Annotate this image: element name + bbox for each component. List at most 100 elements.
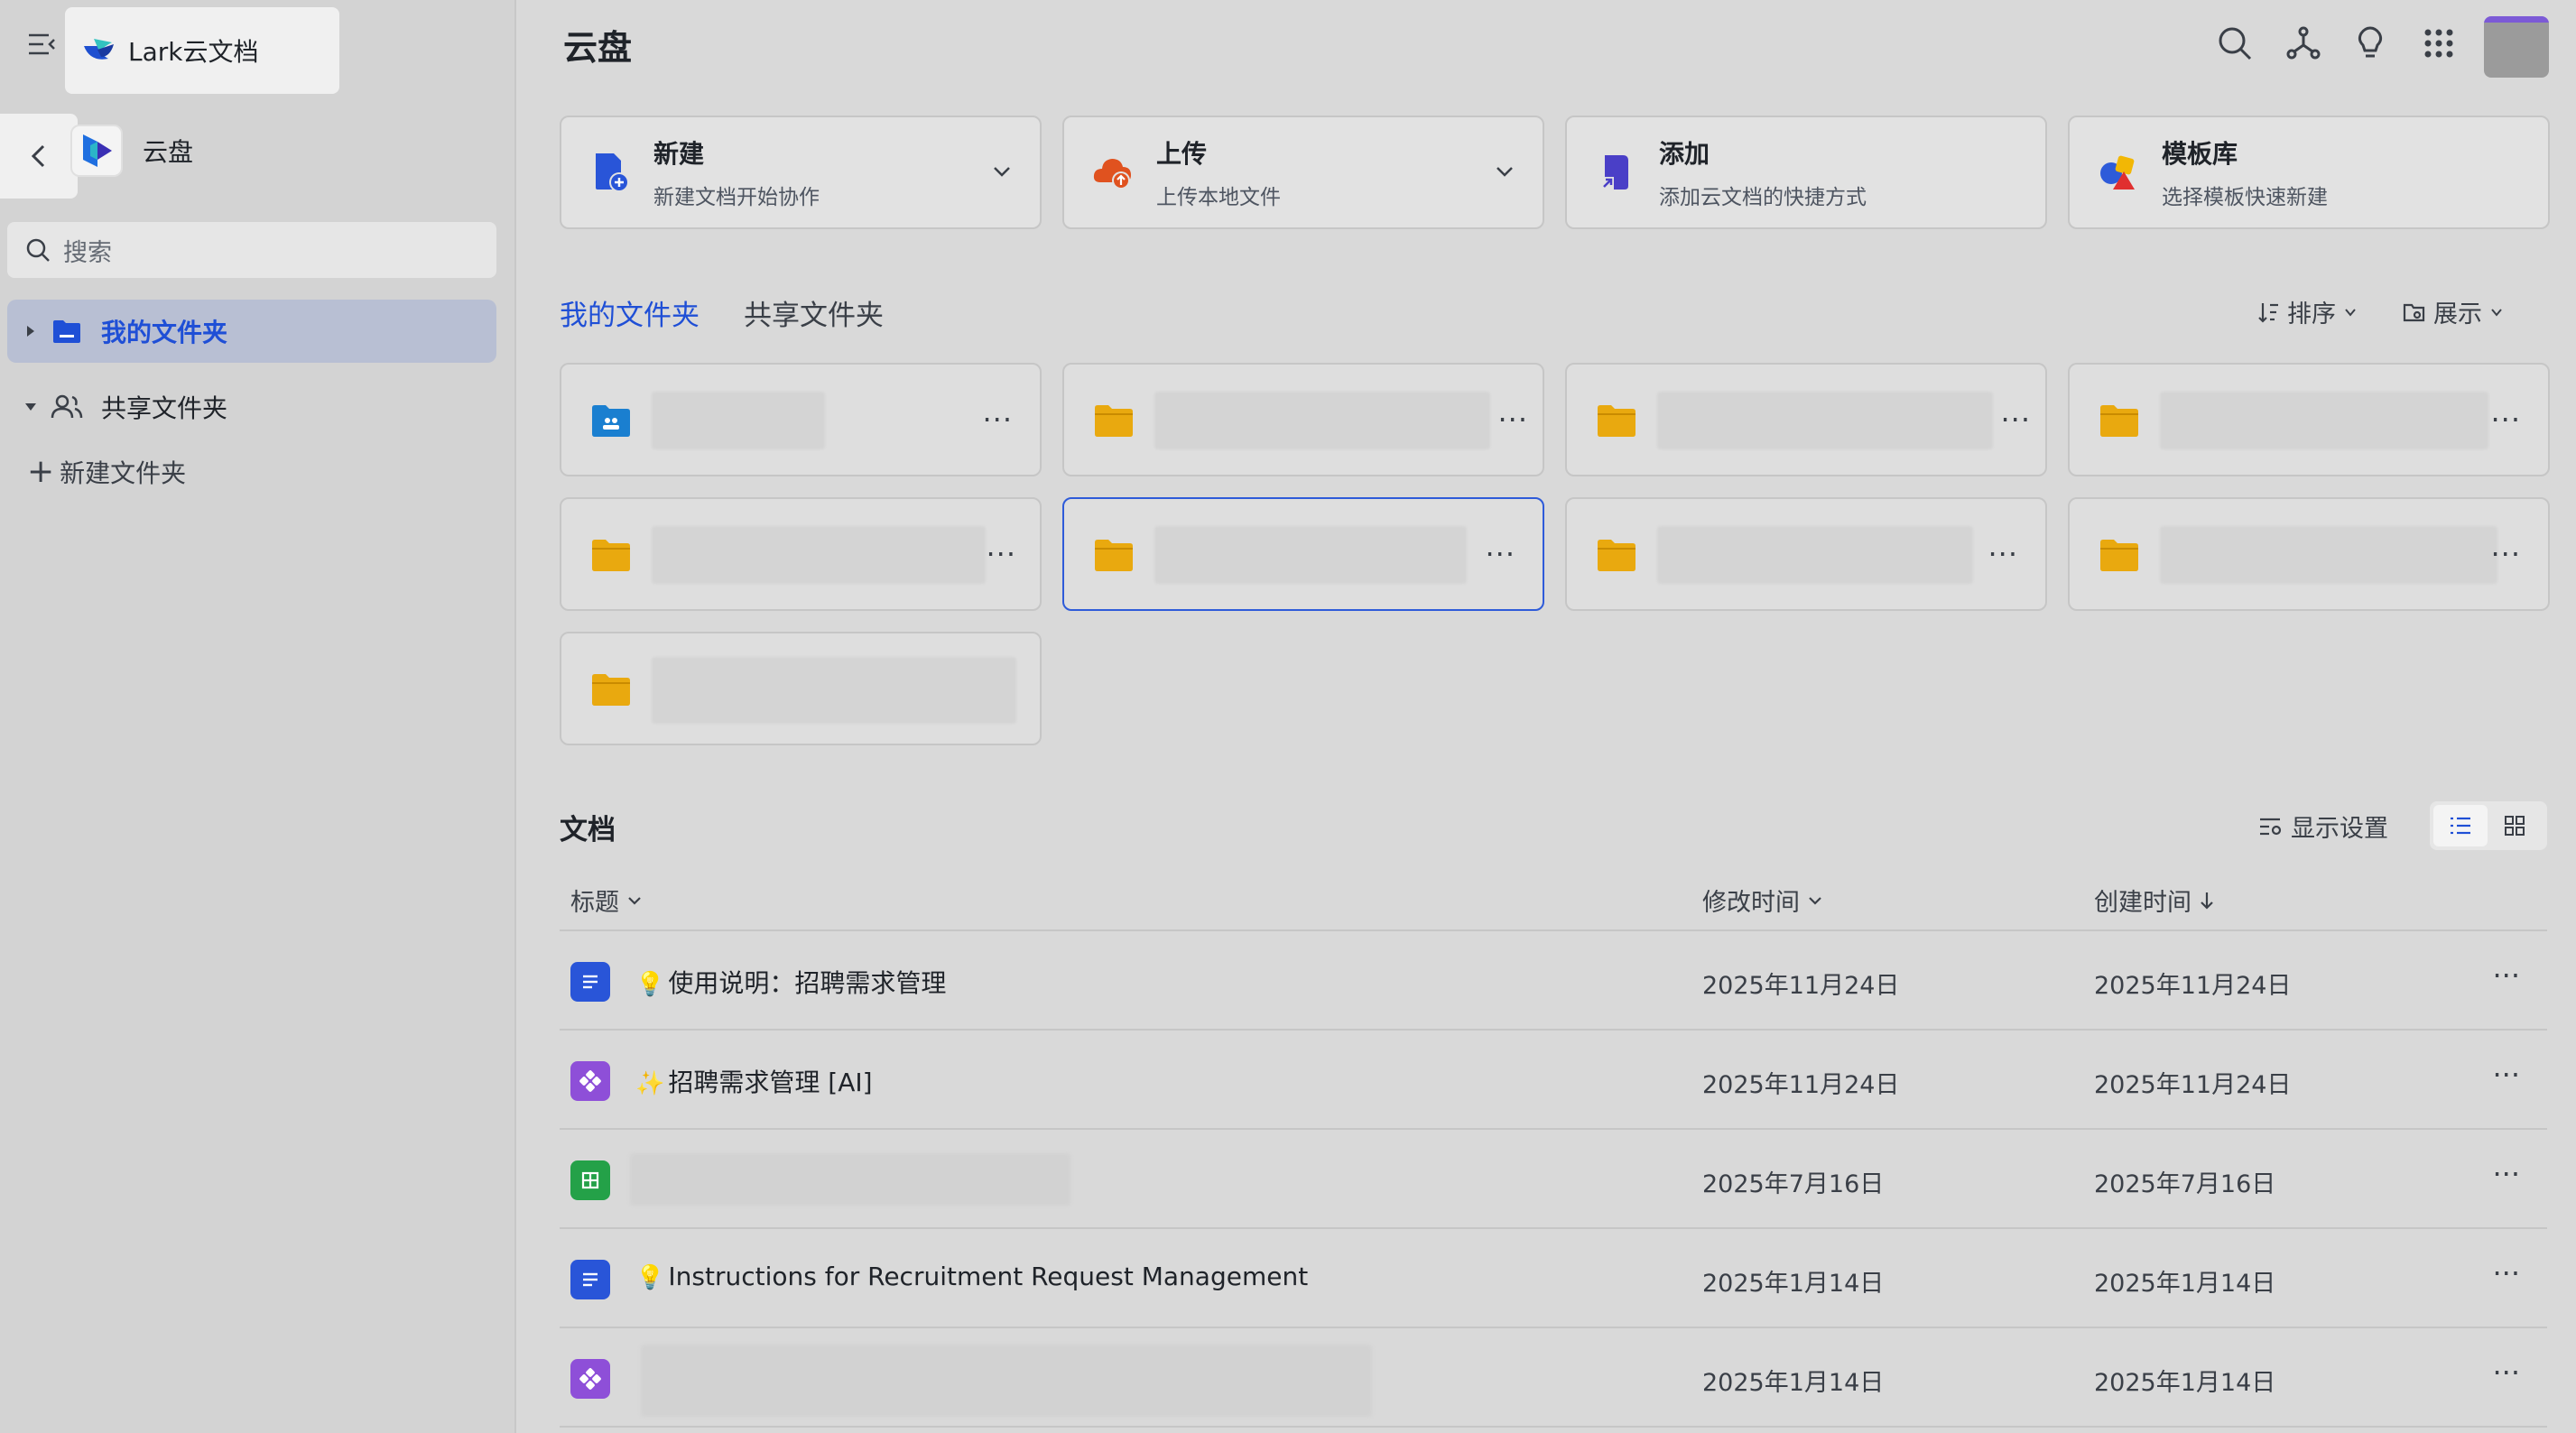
more-icon[interactable]: ··· <box>1497 402 1528 437</box>
search-icon[interactable] <box>2215 23 2255 63</box>
column-modified-header[interactable]: 修改时间 <box>1702 883 1823 918</box>
more-icon[interactable]: ··· <box>986 537 1016 571</box>
folder-icon <box>2100 405 2138 437</box>
column-created-label: 创建时间 <box>2094 889 2191 917</box>
upload-cloud-icon <box>1093 159 1131 190</box>
more-icon[interactable]: ··· <box>1988 537 2018 571</box>
folder-card[interactable]: ··· <box>560 497 1042 611</box>
add-shortcut-card[interactable]: 添加 添加云文档的快捷方式 <box>1565 116 2047 229</box>
sidebar-search-input[interactable]: 搜索 <box>7 222 496 278</box>
shared-folder-icon <box>592 405 630 437</box>
list-view-icon[interactable] <box>2433 805 2488 846</box>
folder-card[interactable] <box>560 632 1042 745</box>
sidebar-item-label: 共享文件夹 <box>101 393 228 423</box>
chevron-left-icon <box>31 144 45 168</box>
tab-my-folders[interactable]: 我的文件夹 <box>560 292 700 333</box>
table-row[interactable]: 💡 使用说明：招聘需求管理 2025年11月24日 2025年11月24日 ··· <box>560 931 2547 1031</box>
more-icon[interactable]: ··· <box>2492 958 2520 993</box>
grid-view-icon[interactable] <box>2488 805 2542 846</box>
doc-name-redacted <box>630 1153 1070 1206</box>
chevron-down-icon <box>1809 896 1821 905</box>
more-icon[interactable]: ··· <box>2492 1157 2520 1191</box>
folder-card[interactable]: ··· <box>1565 363 2047 476</box>
sidebar: Lark云文档 云盘 搜索 我的文件夹 共享文件夹 + 新建文件夹 <box>0 0 516 1433</box>
folder-icon <box>592 674 630 706</box>
upload-card[interactable]: 上传 上传本地文件 <box>1062 116 1544 229</box>
folder-name-redacted <box>1154 526 1467 584</box>
table-row[interactable]: 2025年7月16日 2025年7月16日 ··· <box>560 1130 2547 1229</box>
more-icon[interactable]: ··· <box>2490 402 2521 437</box>
more-icon[interactable]: ··· <box>2492 1355 2520 1390</box>
caret-right-icon[interactable] <box>18 324 43 338</box>
more-icon[interactable]: ··· <box>2490 537 2521 571</box>
folder-icon <box>1598 540 1635 571</box>
action-subtitle: 新建文档开始协作 <box>653 186 820 209</box>
doc-emoji: 💡 <box>635 1264 665 1291</box>
display-button[interactable]: 展示 <box>2403 294 2511 329</box>
avatar[interactable] <box>2484 16 2549 78</box>
sidebar-item-shared-folders[interactable]: 共享文件夹 <box>7 375 496 439</box>
drive-logo-icon <box>70 125 123 177</box>
view-toggle <box>2430 801 2547 850</box>
column-title-label: 标题 <box>570 889 619 917</box>
chevron-down-icon <box>2345 308 2356 317</box>
doc-name[interactable]: ✨ 招聘需求管理 [AI] <box>635 1063 873 1099</box>
caret-down-icon[interactable] <box>18 402 43 412</box>
graph-icon[interactable] <box>2284 23 2323 63</box>
more-icon[interactable]: ··· <box>1485 537 1515 571</box>
action-title: 上传 <box>1156 139 1208 169</box>
folder-name-redacted <box>652 526 986 584</box>
more-icon[interactable]: ··· <box>2492 1058 2520 1092</box>
table-row[interactable]: ✨ 招聘需求管理 [AI] 2025年11月24日 2025年11月24日 ··· <box>560 1031 2547 1130</box>
apps-grid-icon[interactable] <box>2419 23 2459 63</box>
column-created-header[interactable]: 创建时间 <box>2094 883 2215 918</box>
chevron-down-icon[interactable] <box>991 161 1013 182</box>
folder-icon <box>2100 540 2138 571</box>
doc-modified: 2025年1月14日 <box>1702 1270 1885 1298</box>
brand-popover[interactable]: Lark云文档 <box>65 7 339 94</box>
settings-list-icon <box>2260 818 2282 835</box>
folder-name-redacted <box>652 392 825 449</box>
more-icon[interactable]: ··· <box>2000 402 2031 437</box>
doc-emoji: ✨ <box>635 1070 665 1097</box>
brand-name: Lark云文档 <box>128 37 259 67</box>
page-title: 云盘 <box>563 28 633 68</box>
back-button[interactable] <box>0 114 78 199</box>
doc-emoji: 💡 <box>635 971 665 998</box>
folder-icon <box>1095 540 1133 571</box>
chevron-down-icon[interactable] <box>1494 161 1515 182</box>
action-subtitle: 选择模板快速新建 <box>2162 186 2328 209</box>
template-library-card[interactable]: 模板库 选择模板快速新建 <box>2068 116 2550 229</box>
chevron-down-icon <box>628 896 641 905</box>
doc-name[interactable]: 💡 使用说明：招聘需求管理 <box>635 964 946 1000</box>
folder-card[interactable]: ··· <box>1062 363 1544 476</box>
doc-name[interactable]: 💡 Instructions for Recruitment Request Ma… <box>635 1262 1308 1291</box>
doc-modified: 2025年1月14日 <box>1702 1369 1885 1397</box>
folder-icon <box>1598 405 1635 437</box>
more-icon[interactable]: ··· <box>982 402 1013 437</box>
lightbulb-icon[interactable] <box>2350 23 2390 63</box>
documents-title: 文档 <box>560 814 616 846</box>
folder-card[interactable]: ··· <box>560 363 1042 476</box>
shortcut-icon <box>1601 155 1628 190</box>
folder-card[interactable]: ··· <box>2068 363 2550 476</box>
new-doc-card[interactable]: 新建 新建文档开始协作 <box>560 116 1042 229</box>
new-folder-button[interactable]: + 新建文件夹 <box>27 453 186 490</box>
column-title-header[interactable]: 标题 <box>570 883 643 918</box>
sidebar-item-my-folders[interactable]: 我的文件夹 <box>7 300 496 363</box>
sort-button[interactable]: 排序 <box>2258 294 2365 329</box>
lark-logo-icon <box>84 39 114 60</box>
folder-card[interactable]: ··· <box>1565 497 2047 611</box>
folder-name-redacted <box>1657 392 1993 449</box>
view-settings-label: 显示设置 <box>2291 815 2388 843</box>
new-doc-icon <box>596 153 629 192</box>
tab-shared-folders[interactable]: 共享文件夹 <box>744 292 884 333</box>
folder-card-selected[interactable]: ··· <box>1062 497 1544 611</box>
folder-card[interactable]: ··· <box>2068 497 2550 611</box>
more-icon[interactable]: ··· <box>2492 1256 2520 1290</box>
view-settings-button[interactable]: 显示设置 <box>2258 809 2388 844</box>
chevron-down-icon <box>2491 308 2502 317</box>
table-row[interactable]: 💡 Instructions for Recruitment Request Ma… <box>560 1229 2547 1328</box>
table-row[interactable]: 2025年1月14日 2025年1月14日 ··· <box>560 1328 2547 1428</box>
sidebar-collapse-icon[interactable] <box>25 27 60 61</box>
